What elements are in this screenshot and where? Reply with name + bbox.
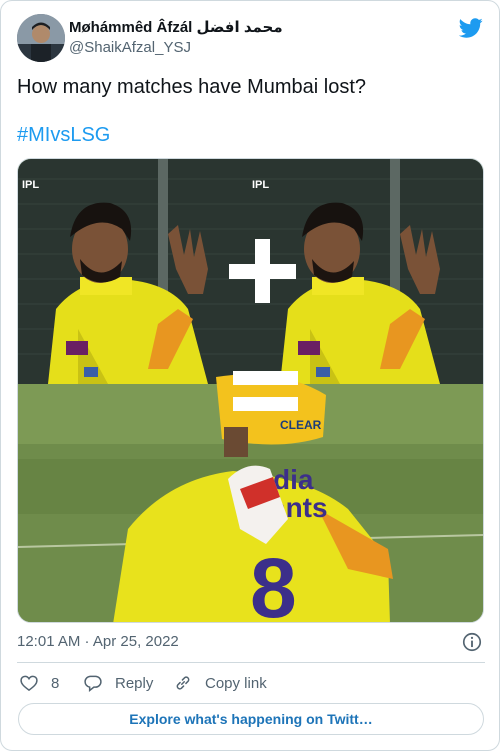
action-bar: 8 Reply Copy link [17, 671, 485, 695]
hashtag-link[interactable]: #MIvsLSG [17, 123, 110, 147]
ipl-watermark-right: IPL [252, 179, 269, 191]
timestamp-row: 12:01 AM · Apr 25, 2022 [17, 631, 485, 653]
tweet-timestamp[interactable]: 12:01 AM · Apr 25, 2022 [17, 633, 179, 650]
reply-label: Reply [115, 674, 154, 692]
author-name[interactable]: Møhámmêd Âfzál محمد افضل [69, 18, 283, 36]
explore-button[interactable]: Explore what's happening on Twitt… [18, 703, 484, 735]
link-icon [176, 676, 190, 690]
twitter-bird-icon[interactable] [459, 16, 483, 40]
jersey-sponsor-text: dia [273, 464, 314, 495]
jersey-number: 8 [250, 541, 297, 623]
like-count: 8 [51, 674, 60, 692]
author-handle[interactable]: @ShaikAfzal_YSJ [69, 39, 191, 56]
copy-link-label: Copy link [205, 674, 267, 692]
divider [17, 662, 485, 663]
like-button[interactable]: 8 [19, 671, 59, 695]
ipl-watermark-left: IPL [22, 179, 39, 191]
helmet-sponsor-text: CLEAR [280, 418, 322, 432]
info-icon[interactable] [461, 631, 483, 653]
avatar[interactable] [17, 14, 65, 62]
tweet-card: Møhámmêd Âfzál محمد افضل @ShaikAfzal_YSJ… [0, 0, 500, 751]
tweet-text: How many matches have Mumbai lost? [17, 76, 367, 98]
reply-button[interactable]: Reply [83, 671, 153, 695]
tweet-header: Møhámmêd Âfzál محمد افضل @ShaikAfzal_YSJ [17, 14, 485, 64]
tweet-media-image[interactable]: IPL IPL + CLEAR 8 dia ants [17, 158, 484, 623]
reply-icon [84, 675, 102, 693]
heart-icon [20, 675, 38, 692]
copy-link-button[interactable]: Copy link [173, 671, 267, 695]
